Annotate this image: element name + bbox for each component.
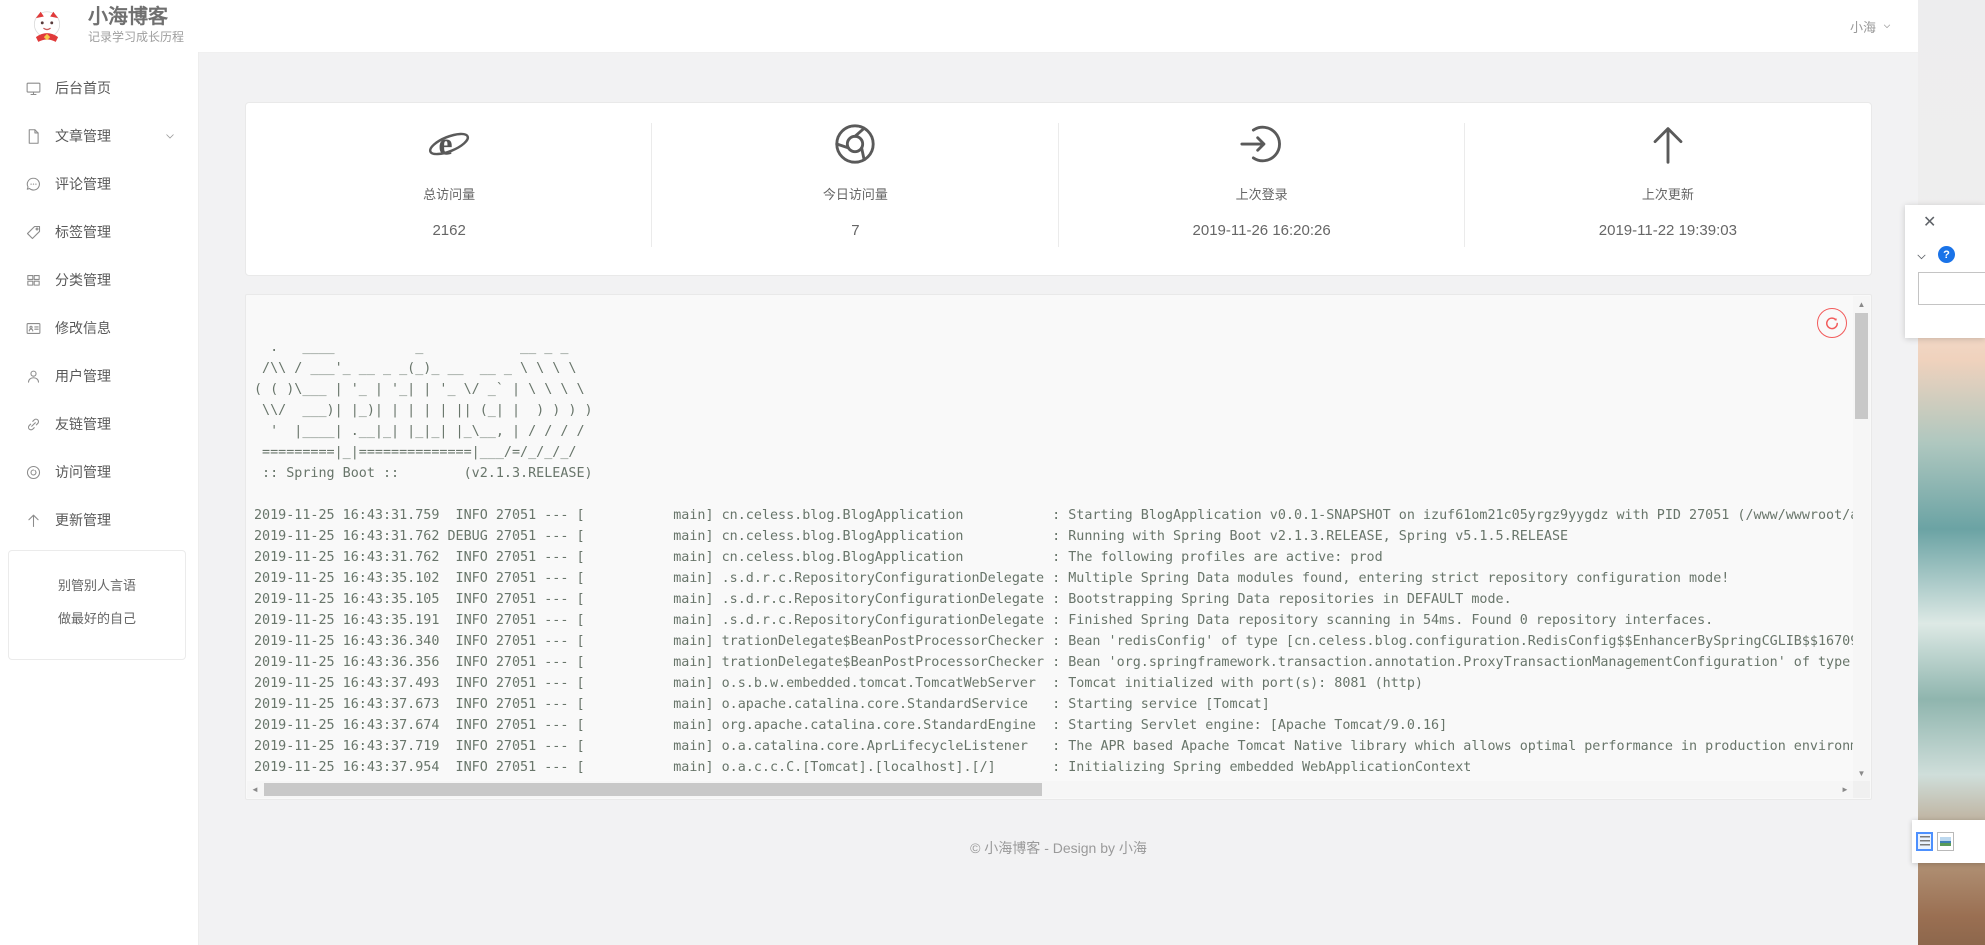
scroll-up-arrow-icon[interactable]: ▲ [1853, 296, 1870, 312]
horizontal-scrollbar[interactable]: ◄ ► [247, 781, 1853, 798]
title-block: 小海博客 记录学习成长历程 [88, 5, 184, 45]
stat-card-total-visits: e 总访问量 2162 [246, 103, 652, 275]
header: 小海博客 记录学习成长历程 小海 [0, 0, 1918, 53]
stat-label: 上次登录 [1059, 184, 1465, 203]
stat-card-last-update: 上次更新 2019-11-22 19:39:03 [1465, 103, 1871, 275]
page-title: 小海博客 [88, 5, 184, 29]
scrollbar-corner [1853, 781, 1870, 798]
popup-input[interactable] [1918, 272, 1985, 305]
grid-icon [25, 272, 42, 289]
svg-text:e: e [439, 127, 453, 162]
login-icon [1239, 121, 1285, 167]
sidebar-item-label: 文章管理 [55, 126, 111, 146]
sidebar-item-label: 标签管理 [55, 222, 111, 242]
close-icon[interactable]: ✕ [1923, 215, 1936, 231]
chevron-down-icon [1882, 21, 1892, 31]
sidebar-item-updates[interactable]: 更新管理 [0, 496, 198, 544]
arrow-up-icon [1645, 121, 1691, 167]
stat-label: 总访问量 [246, 184, 652, 203]
browser-popup-panel: ✕ ? [1905, 205, 1985, 338]
tag-icon [25, 224, 42, 241]
sidebar-item-label: 修改信息 [55, 318, 111, 338]
sidebar-item-dashboard[interactable]: 后台首页 [0, 64, 198, 112]
sidebar-item-label: 友链管理 [55, 414, 111, 434]
stat-value: 2019-11-26 16:20:26 [1059, 222, 1465, 239]
help-icon[interactable]: ? [1938, 246, 1955, 263]
chevron-down-icon[interactable] [1915, 250, 1928, 263]
console-panel: . ____ _ __ _ _ /\\ / ___'_ __ _ _(_)_ _… [245, 294, 1872, 800]
stat-value: 2019-11-22 19:39:03 [1465, 222, 1871, 239]
stat-card-today-visits: 今日访问量 7 [652, 103, 1058, 275]
stat-card-last-login: 上次登录 2019-11-26 16:20:26 [1059, 103, 1465, 275]
user-icon [25, 368, 42, 385]
sidebar-item-comments[interactable]: 评论管理 [0, 160, 198, 208]
arrow-up-icon [25, 512, 42, 529]
view-switcher-popup [1912, 820, 1985, 863]
monitor-icon [25, 80, 42, 97]
sidebar: 后台首页 文章管理 评论管理 标签管理 分类管理 [0, 52, 199, 945]
sidebar-item-label: 更新管理 [55, 510, 111, 530]
sidebar-item-categories[interactable]: 分类管理 [0, 256, 198, 304]
footer-copyright: © 小海博客 - Design by 小海 [199, 838, 1918, 858]
scroll-left-arrow-icon[interactable]: ◄ [247, 781, 263, 798]
sidebar-item-tags[interactable]: 标签管理 [0, 208, 198, 256]
motto-line: 别管别人言语 [9, 569, 185, 602]
chrome-browser-icon [832, 121, 878, 167]
stat-label: 上次更新 [1465, 184, 1871, 203]
scroll-down-arrow-icon[interactable]: ▼ [1853, 765, 1870, 781]
sidebar-item-profile[interactable]: 修改信息 [0, 304, 198, 352]
id-card-icon [25, 320, 42, 337]
chevron-down-icon [164, 130, 176, 142]
ie-browser-icon: e [426, 121, 472, 167]
vertical-scrollbar[interactable]: ▲ ▼ [1853, 296, 1870, 781]
main-content: e 总访问量 2162 今日访问量 [199, 53, 1918, 945]
sidebar-item-visits[interactable]: 访问管理 [0, 448, 198, 496]
motto-line: 做最好的自己 [9, 602, 185, 635]
refresh-icon [1823, 314, 1841, 332]
vertical-scroll-thumb[interactable] [1855, 313, 1868, 419]
sidebar-nav: 后台首页 文章管理 评论管理 标签管理 分类管理 [0, 52, 198, 544]
app-root: 小海博客 记录学习成长历程 小海 后台首页 文章管理 [0, 0, 1985, 945]
scroll-right-arrow-icon[interactable]: ► [1837, 781, 1853, 798]
refresh-button[interactable] [1817, 308, 1847, 338]
comment-icon [25, 176, 42, 193]
stat-label: 今日访问量 [652, 184, 1058, 203]
user-menu[interactable]: 小海 [1850, 0, 1892, 52]
sidebar-item-label: 分类管理 [55, 270, 111, 290]
sidebar-item-friend-links[interactable]: 友链管理 [0, 400, 198, 448]
image-view-icon[interactable] [1937, 832, 1954, 851]
sidebar-item-label: 用户管理 [55, 366, 111, 386]
page-subtitle: 记录学习成长历程 [88, 29, 184, 45]
site-logo [28, 7, 66, 45]
sidebar-item-label: 后台首页 [55, 78, 111, 98]
stats-panel: e 总访问量 2162 今日访问量 [245, 102, 1872, 276]
stat-value: 2162 [246, 222, 652, 239]
horizontal-scroll-thumb[interactable] [264, 783, 1042, 796]
stat-value: 7 [652, 222, 1058, 239]
link-icon [25, 416, 42, 433]
blog-admin-window: 小海博客 记录学习成长历程 小海 后台首页 文章管理 [0, 0, 1918, 945]
sidebar-item-articles[interactable]: 文章管理 [0, 112, 198, 160]
motto-box: 别管别人言语 做最好的自己 [8, 550, 186, 660]
compass-icon [25, 464, 42, 481]
list-view-icon[interactable] [1916, 832, 1933, 851]
console-log: . ____ _ __ _ _ /\\ / ___'_ __ _ _(_)_ _… [247, 296, 1853, 781]
sidebar-item-label: 评论管理 [55, 174, 111, 194]
document-icon [25, 128, 42, 145]
sidebar-item-users[interactable]: 用户管理 [0, 352, 198, 400]
user-menu-label: 小海 [1850, 17, 1876, 36]
log-viewport[interactable]: . ____ _ __ _ _ /\\ / ___'_ __ _ _(_)_ _… [247, 296, 1853, 781]
sidebar-item-label: 访问管理 [55, 462, 111, 482]
